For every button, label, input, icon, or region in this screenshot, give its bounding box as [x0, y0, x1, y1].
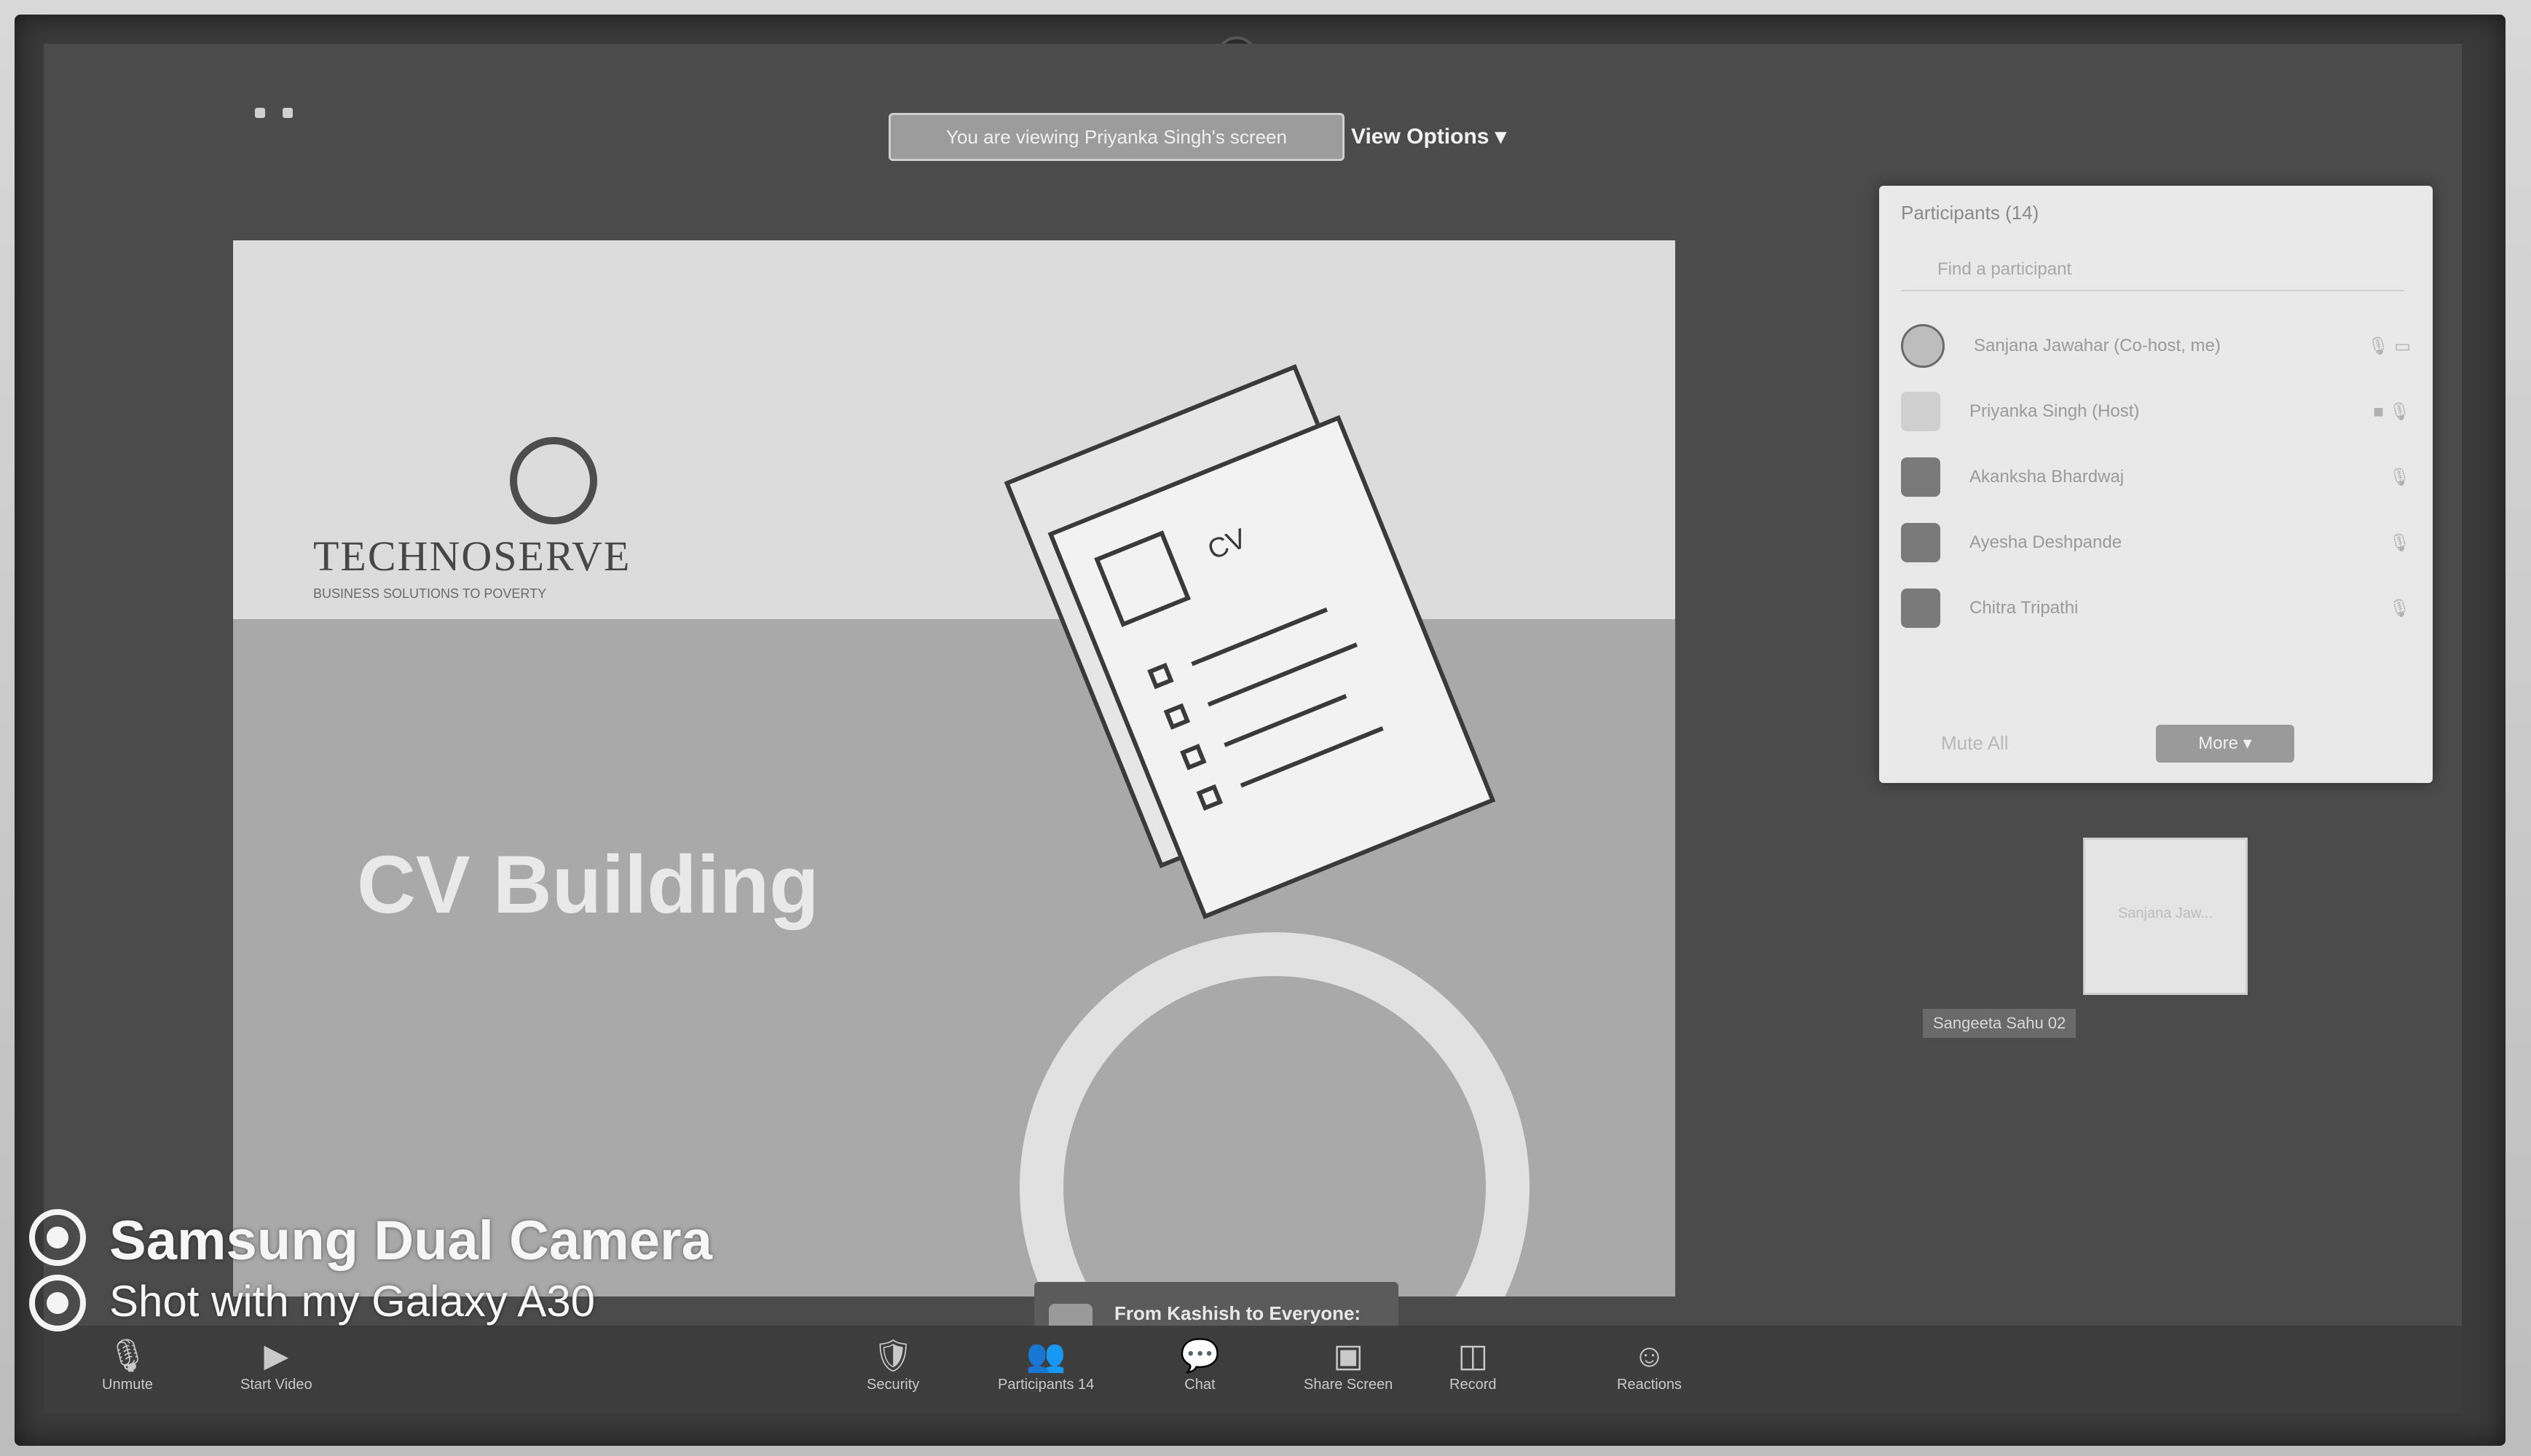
chat-bubble-icon: 💬	[1180, 1338, 1220, 1374]
video-camera-icon: ▶	[264, 1338, 289, 1374]
start-video-button[interactable]: ▶ Start Video	[240, 1336, 312, 1393]
screen-share-banner: You are viewing Priyanka Singh's screen	[889, 113, 1345, 161]
participant-status-icons: ■ 🎙	[2373, 401, 2411, 422]
share-screen-button[interactable]: ▣ Share Screen	[1304, 1336, 1393, 1393]
video-thumbnail[interactable]: Sanjana Jaw...	[2083, 838, 2248, 995]
video-thumbnail-name: Sanjana Jaw...	[2117, 905, 2213, 921]
security-button[interactable]: 🛡 Security	[867, 1336, 919, 1393]
meeting-window: You are viewing Priyanka Singh's screen …	[44, 44, 2462, 1413]
cv-checkbox-icon	[1196, 784, 1224, 811]
participant-row[interactable]: Akanksha Bhardwaj 🎙	[1901, 452, 2411, 503]
avatar	[1901, 324, 1945, 368]
toolbar-label: Start Video	[240, 1377, 312, 1393]
meeting-toolbar: 🎙 Unmute ▶ Start Video 🛡 Security 👥 Part…	[44, 1326, 2462, 1413]
participant-row[interactable]: Sanjana Jawahar (Co-host, me) 🎙 ▭	[1901, 320, 2411, 371]
avatar	[1901, 457, 1940, 497]
smiley-icon: ☺	[1633, 1338, 1666, 1374]
record-icon: ◫	[1457, 1338, 1489, 1374]
chat-button[interactable]: 💬 Chat	[1180, 1336, 1220, 1393]
toolbar-label: Share Screen	[1304, 1377, 1393, 1393]
cv-line	[1207, 642, 1358, 707]
shield-icon: 🛡	[873, 1338, 914, 1374]
avatar	[1901, 589, 1940, 628]
toolbar-label: Participants 14	[998, 1377, 1095, 1393]
view-options-button[interactable]: View Options ▾	[1351, 117, 1506, 157]
cv-line	[1240, 726, 1384, 788]
cv-checkbox-icon	[1147, 662, 1174, 690]
avatar	[1901, 523, 1940, 562]
cv-checkbox-icon	[1163, 703, 1191, 730]
participants-panel-title: Participants (14)	[1901, 202, 2039, 224]
avatar	[1901, 392, 1940, 431]
participant-row[interactable]: Priyanka Singh (Host) ■ 🎙	[1901, 386, 2411, 437]
participant-status-icons: 🎙	[2388, 532, 2411, 553]
dual-camera-icon	[29, 1209, 95, 1333]
participant-row[interactable]: Ayesha Deshpande 🎙	[1901, 517, 2411, 568]
window-status-icons	[255, 108, 293, 118]
participant-name: Ayesha Deshpande	[1969, 532, 2122, 552]
participant-name: Chitra Tripathi	[1969, 598, 2079, 618]
chat-sender: From Kashish to Everyone:	[1114, 1302, 1361, 1324]
reactions-button[interactable]: ☺ Reactions	[1617, 1336, 1682, 1393]
watermark-title: Samsung Dual Camera	[109, 1210, 712, 1272]
toolbar-label: Record	[1449, 1377, 1497, 1393]
slide-logo-tagline: BUSINESS SOLUTIONS TO POVERTY	[313, 586, 547, 601]
cv-photo-box	[1094, 530, 1192, 628]
watermark-subtitle: Shot with my Galaxy A30	[109, 1277, 595, 1326]
participant-status-icons: 🎙 ▭	[2367, 336, 2411, 356]
toolbar-label: Unmute	[102, 1377, 154, 1393]
share-screen-icon: ▣	[1333, 1338, 1363, 1374]
participants-panel: Participants (14) Find a participant San…	[1879, 186, 2433, 783]
more-button[interactable]: More ▾	[2156, 725, 2294, 763]
toolbar-label: Security	[867, 1377, 920, 1393]
participant-name: Priyanka Singh (Host)	[1969, 401, 2140, 421]
technoserve-logo-icon	[510, 437, 597, 524]
participant-name: Sanjana Jawahar (Co-host, me)	[1974, 336, 2221, 355]
self-video-name-tag: Sangeeta Sahu 02	[1923, 1009, 2077, 1038]
slide-title: CV Building	[357, 839, 819, 930]
participants-icon: 👥	[1026, 1338, 1066, 1374]
toolbar-label: Reactions	[1617, 1377, 1682, 1393]
shared-slide: TECHNOSERVE BUSINESS SOLUTIONS TO POVERT…	[233, 240, 1675, 1296]
mute-all-button[interactable]: Mute All	[1941, 732, 2009, 755]
participant-status-icons: 🎙	[2388, 467, 2411, 487]
participant-name: Akanksha Bhardwaj	[1969, 467, 2125, 487]
cv-line	[1224, 693, 1347, 747]
unmute-button[interactable]: 🎙 Unmute	[102, 1336, 153, 1393]
microphone-icon: 🎙	[107, 1338, 148, 1374]
record-button[interactable]: ◫ Record	[1449, 1336, 1496, 1393]
participant-row[interactable]: Chitra Tripathi 🎙	[1901, 583, 2411, 634]
participant-status-icons: 🎙	[2388, 598, 2411, 618]
slide-logo-text: TECHNOSERVE	[313, 532, 631, 580]
participant-search-input[interactable]: Find a participant	[1901, 248, 2404, 291]
cv-doc-label: CV	[1203, 523, 1251, 566]
participants-button[interactable]: 👥 Participants 14	[998, 1336, 1094, 1393]
cv-checkbox-icon	[1180, 744, 1207, 771]
toolbar-label: Chat	[1184, 1377, 1216, 1393]
cv-line	[1191, 607, 1328, 666]
